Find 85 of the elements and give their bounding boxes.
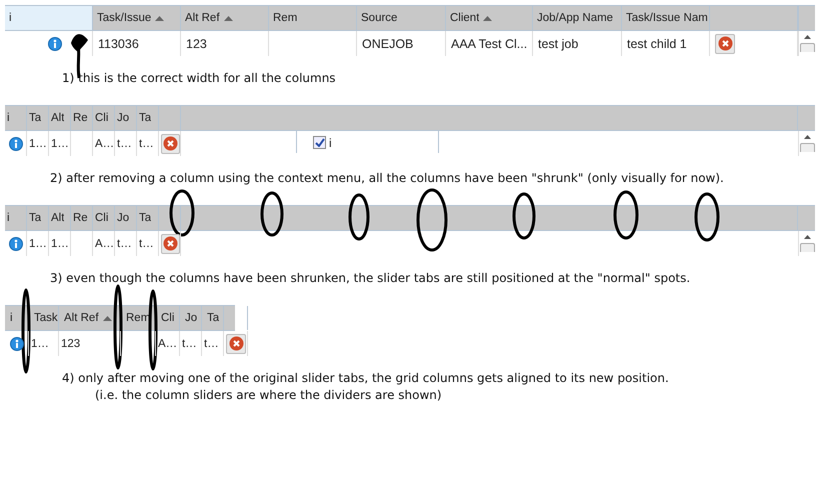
caption: (i.e. the column sliders are where the dividers are shown) (94, 388, 443, 402)
table-cell: A… (95, 238, 114, 250)
column-header[interactable]: Job/App Name (533, 6, 622, 30)
sort-up-icon (224, 16, 233, 20)
table-cell: test child 1 (627, 36, 687, 50)
caption: 4) only after moving one of the original slider tabs, the grid columns gets aligned to its new position. (61, 371, 670, 385)
info-icon (8, 236, 22, 250)
scrollbar[interactable] (798, 131, 815, 156)
column-header[interactable]: Cli (156, 306, 180, 330)
column-header[interactable]: Alt Ref (59, 306, 121, 330)
column-header[interactable]: Source (357, 6, 446, 30)
table-cell: t… (117, 238, 132, 250)
table-cell: 113036 (98, 36, 139, 50)
scrollbar[interactable] (798, 231, 815, 256)
delete-button[interactable] (715, 34, 735, 54)
column-header[interactable]: Ta (27, 106, 49, 130)
column-header[interactable]: Cli (93, 106, 115, 130)
table-cell: 1… (51, 138, 69, 150)
column-header[interactable]: Task/Issue (93, 6, 181, 30)
column-header[interactable]: Re (71, 106, 93, 130)
table-cell: test job (538, 36, 578, 50)
column-header[interactable]: Client (446, 6, 533, 30)
table-cell: 1… (31, 338, 49, 350)
check-icon (314, 138, 324, 147)
info-icon (8, 136, 22, 150)
table-cell: A… (158, 338, 178, 350)
column-header[interactable]: Cli (93, 206, 115, 230)
column-header[interactable]: Alt Ref (181, 6, 269, 30)
ellipse-annotation (260, 192, 284, 236)
column-header[interactable]: Jo (180, 306, 202, 330)
column-header[interactable]: Jo (115, 206, 137, 230)
table-cell: 123 (61, 338, 80, 350)
column-header[interactable]: Ta (137, 206, 159, 230)
column-header[interactable]: Ta (202, 306, 224, 330)
close-icon (228, 336, 244, 351)
column-header[interactable]: i (5, 306, 29, 330)
ellipse-annotation (170, 190, 194, 236)
sort-up-icon (155, 16, 164, 20)
table-cell: t… (204, 338, 219, 350)
table-cell: A… (95, 138, 114, 150)
close-icon (163, 136, 178, 151)
column-header[interactable]: Re (71, 206, 93, 230)
table-cell: t… (117, 138, 132, 150)
caption: 2) after removing a column using the context menu, all the columns have been "shrunk" (only visually for now). (49, 171, 725, 185)
table-cell: 1… (29, 238, 47, 250)
close-icon (163, 236, 178, 251)
column-header[interactable]: Task (29, 306, 59, 330)
caption: 3) even though the columns have been shrunken, the slider tabs are still positioned at the "normal" spots. (49, 271, 692, 285)
table-cell: 1… (51, 238, 69, 250)
menu-item-label[interactable]: i (329, 136, 332, 150)
ellipse-annotation (348, 194, 370, 240)
column-header[interactable]: Task/Issue Nam (622, 6, 710, 30)
delete-button[interactable] (161, 234, 180, 254)
scroll-up-icon[interactable] (804, 135, 810, 139)
checkbox[interactable] (313, 136, 326, 149)
column-header[interactable]: Rem (269, 6, 357, 30)
close-icon (718, 36, 732, 51)
scroll-up-icon[interactable] (804, 235, 810, 239)
table-cell: t… (139, 238, 154, 250)
ellipse-annotation (614, 190, 638, 240)
column-header[interactable]: Jo (115, 106, 137, 130)
table-cell: 123 (186, 36, 207, 50)
column-header[interactable]: i (5, 6, 93, 30)
delete-button[interactable] (161, 134, 180, 154)
column-header[interactable]: Alt (49, 106, 71, 130)
sort-up-icon (102, 316, 112, 320)
info-icon (10, 336, 24, 350)
column-header[interactable]: Ta (27, 206, 49, 230)
delete-button[interactable] (226, 334, 246, 354)
column-header[interactable]: Ta (137, 106, 159, 130)
info-icon (48, 36, 62, 50)
column-header[interactable]: i (5, 206, 27, 230)
ellipse-annotation (416, 188, 448, 252)
ellipse-annotation (512, 192, 536, 240)
table-cell: t… (139, 138, 154, 150)
table-cell: ONEJOB (362, 36, 414, 50)
table-cell: AAA Test Cl... (451, 36, 528, 50)
column-header[interactable]: i (5, 106, 27, 130)
table-cell: 1… (29, 138, 47, 150)
ellipse-annotation (694, 192, 720, 242)
sort-up-icon (483, 16, 492, 20)
scrollbar[interactable] (798, 31, 815, 56)
scroll-up-icon[interactable] (804, 35, 810, 39)
table-cell: t… (182, 338, 197, 350)
column-header[interactable]: Alt (49, 206, 71, 230)
